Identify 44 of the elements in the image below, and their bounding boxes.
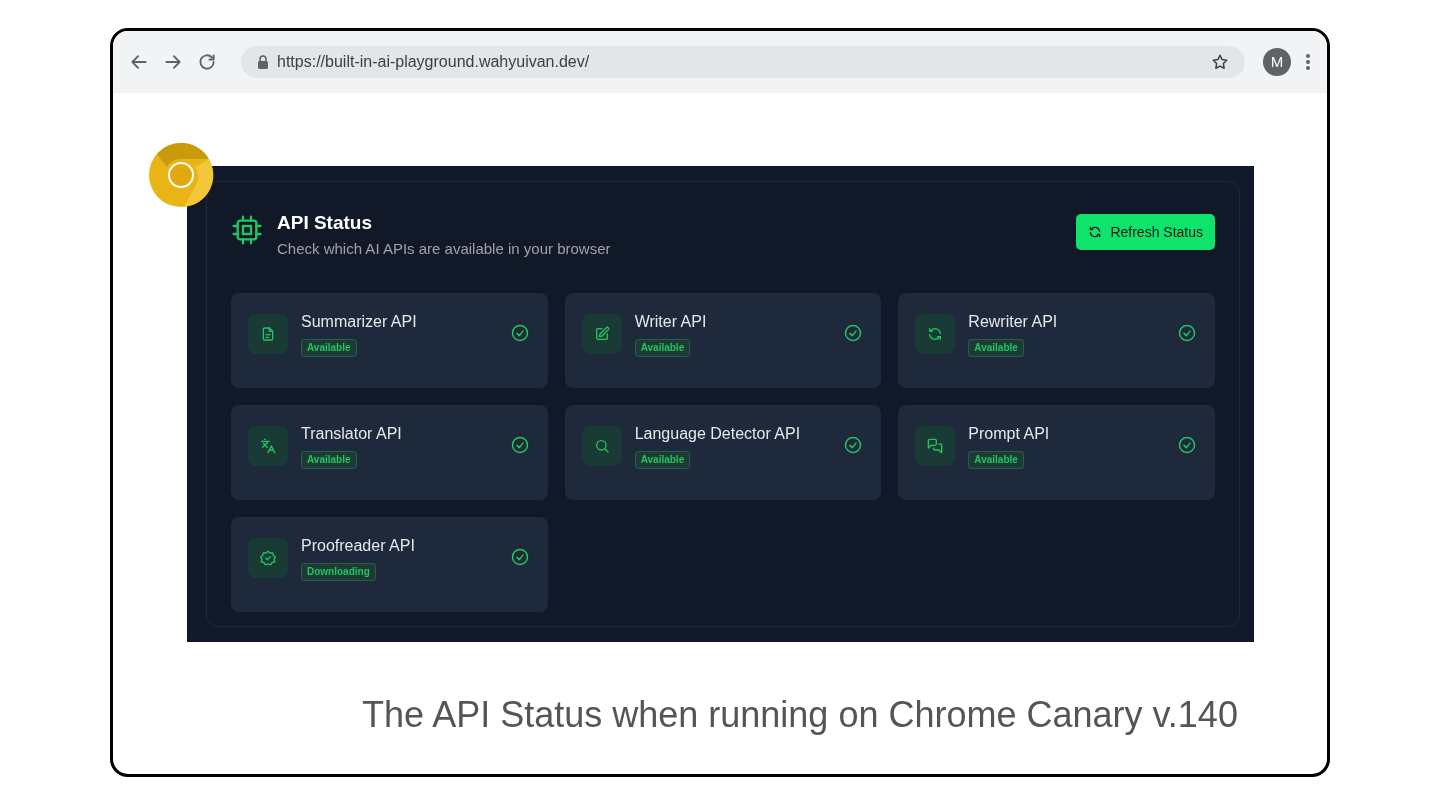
status-badge: Available (968, 338, 1024, 357)
api-name: Prompt API (968, 423, 1051, 444)
search-icon (593, 437, 610, 454)
api-name: Language Detector API (634, 423, 802, 444)
document-icon (260, 325, 276, 342)
star-icon[interactable] (1211, 53, 1229, 71)
chat-icon (927, 437, 944, 454)
status-badge: Available (301, 450, 357, 469)
panel-subtitle: Check which AI APIs are available in your browser (277, 239, 611, 259)
address-bar[interactable]: https://built-in-ai-playground.wahyuivan.dev/ (241, 46, 1245, 78)
lock-icon (257, 55, 269, 69)
refresh-icon (1088, 225, 1103, 239)
refresh-icon (927, 325, 944, 342)
api-name: Translator API (301, 423, 403, 444)
profile-avatar[interactable]: M (1263, 48, 1291, 76)
check-circle-icon (510, 323, 529, 342)
pencil-icon (593, 325, 610, 342)
status-badge: Downloading (301, 562, 376, 581)
status-badge: Available (634, 338, 691, 357)
status-badge: Available (634, 450, 691, 469)
back-icon[interactable] (129, 52, 149, 72)
api-name: Summarizer API (301, 311, 418, 332)
menu-icon[interactable] (1305, 53, 1311, 71)
reload-icon[interactable] (197, 52, 217, 72)
check-circle-icon (844, 435, 863, 454)
panel-title: API Status (277, 211, 374, 235)
api-name: Writer API (634, 311, 708, 332)
status-badge: Available (968, 450, 1024, 469)
check-circle-icon (1178, 323, 1196, 342)
api-name: Rewriter API (968, 311, 1059, 332)
chrome-canary-logo (148, 142, 214, 208)
refresh-status-button[interactable]: Refresh Status (1076, 214, 1215, 250)
caption: The API Status when running on Chrome Canary v.140 (362, 693, 1238, 737)
check-circle-icon (510, 435, 529, 454)
forward-icon[interactable] (163, 52, 183, 72)
chip-icon (231, 214, 263, 246)
translate-icon (260, 437, 276, 454)
check-circle-icon (510, 547, 529, 566)
status-badge: Available (301, 338, 357, 357)
url-text: https://built-in-ai-playground.wahyuivan.dev/ (277, 52, 591, 72)
check-circle-icon (1178, 435, 1196, 454)
check-circle-icon (844, 323, 863, 342)
api-name: Proofreader API (301, 535, 416, 556)
badge-check-icon (260, 549, 276, 566)
